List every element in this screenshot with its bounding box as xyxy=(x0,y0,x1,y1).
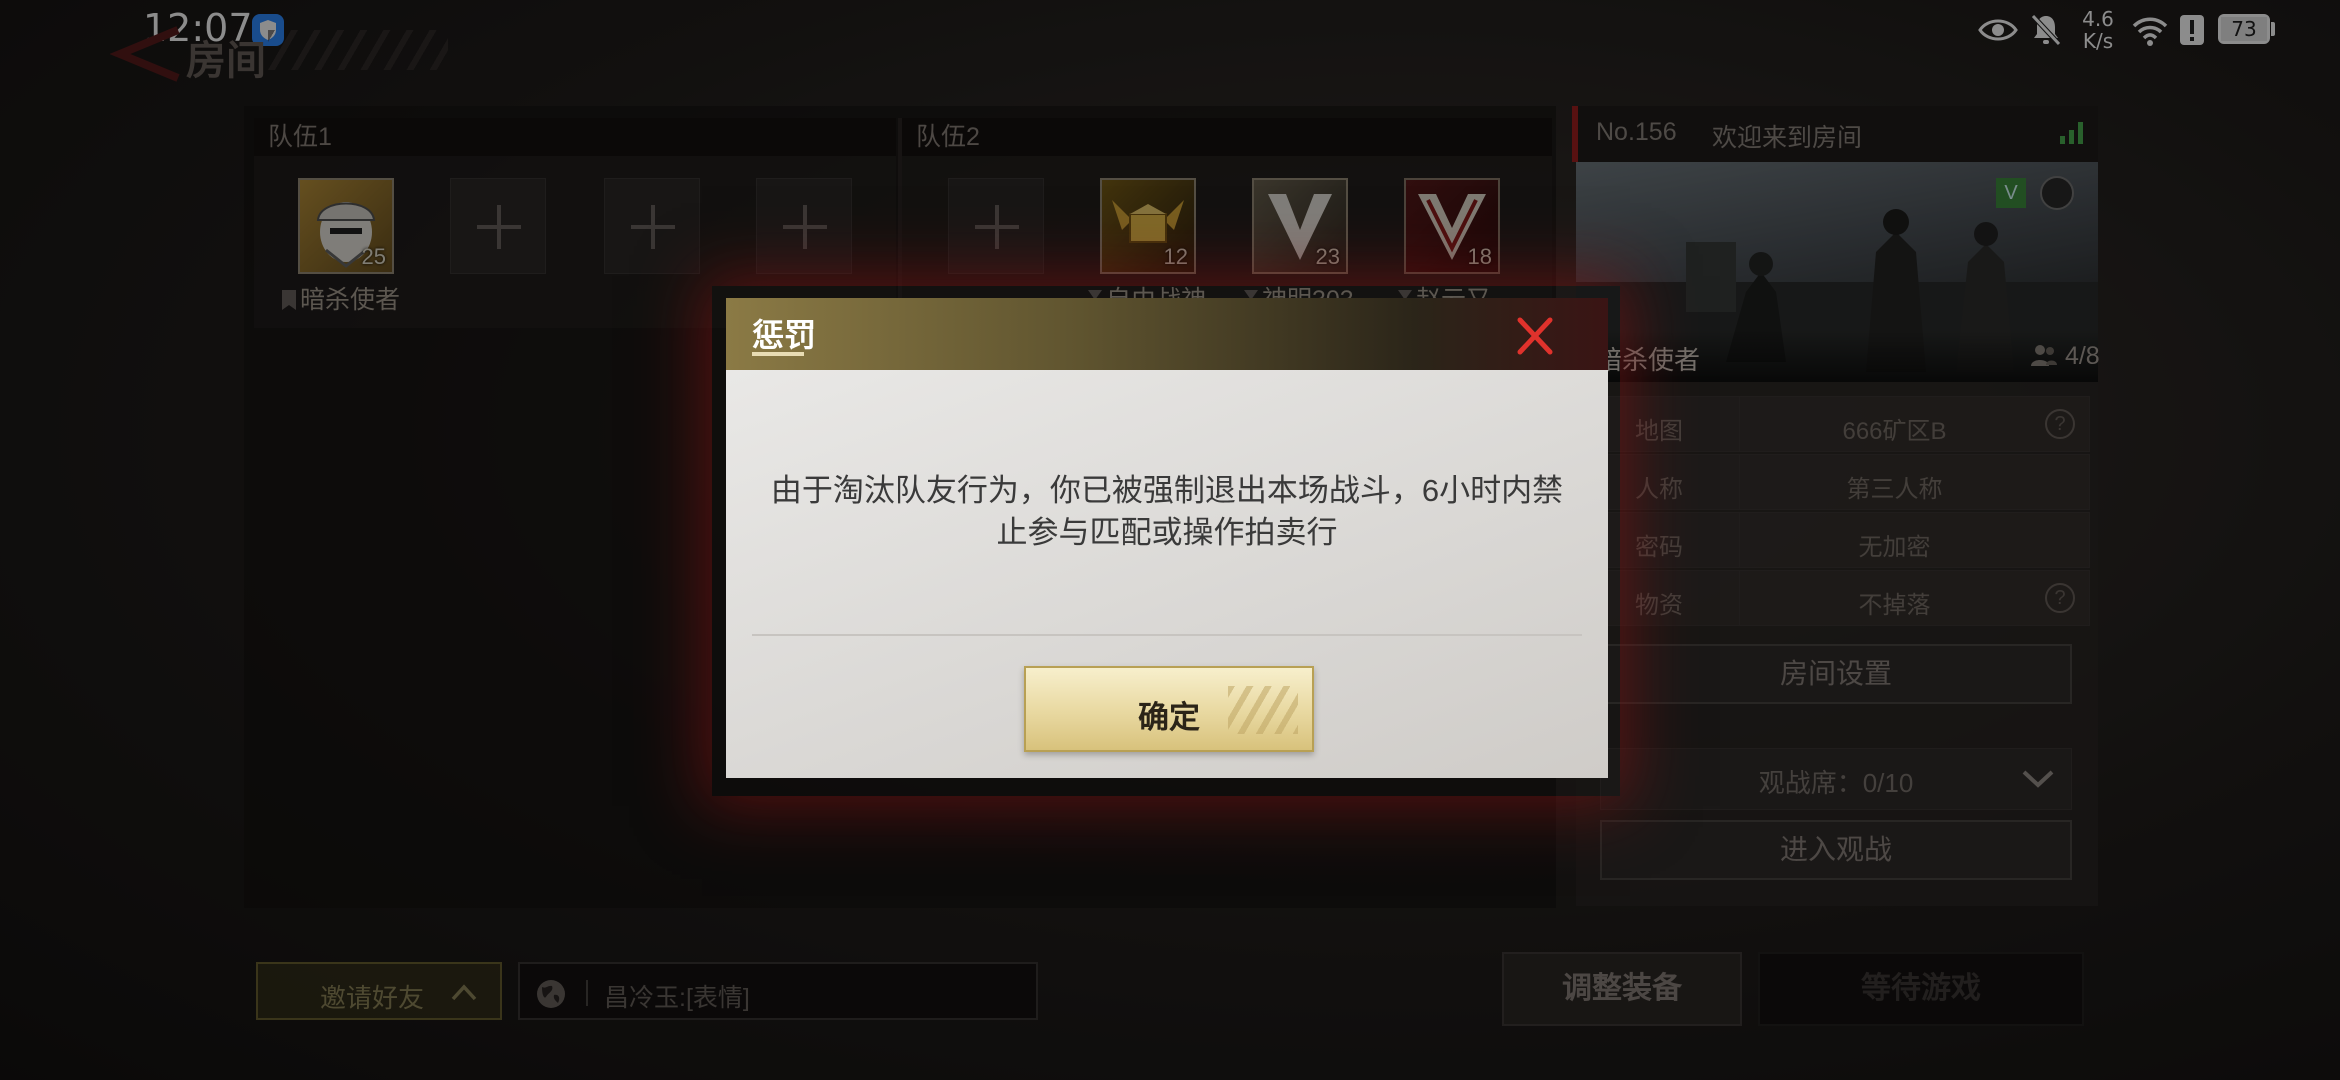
dialog-header xyxy=(726,298,1608,370)
dialog-title-underline xyxy=(752,352,804,356)
confirm-button[interactable]: 确定 xyxy=(1024,666,1314,752)
dialog-title: 惩罚 xyxy=(752,317,817,353)
confirm-label: 确定 xyxy=(1138,700,1200,735)
dialog-message: 由于淘汰队友行为，你已被强制退出本场战斗，6小时内禁止参与匹配或操作拍卖行 xyxy=(770,473,1564,550)
dialog-divider xyxy=(752,634,1582,636)
close-icon[interactable] xyxy=(1500,308,1570,364)
